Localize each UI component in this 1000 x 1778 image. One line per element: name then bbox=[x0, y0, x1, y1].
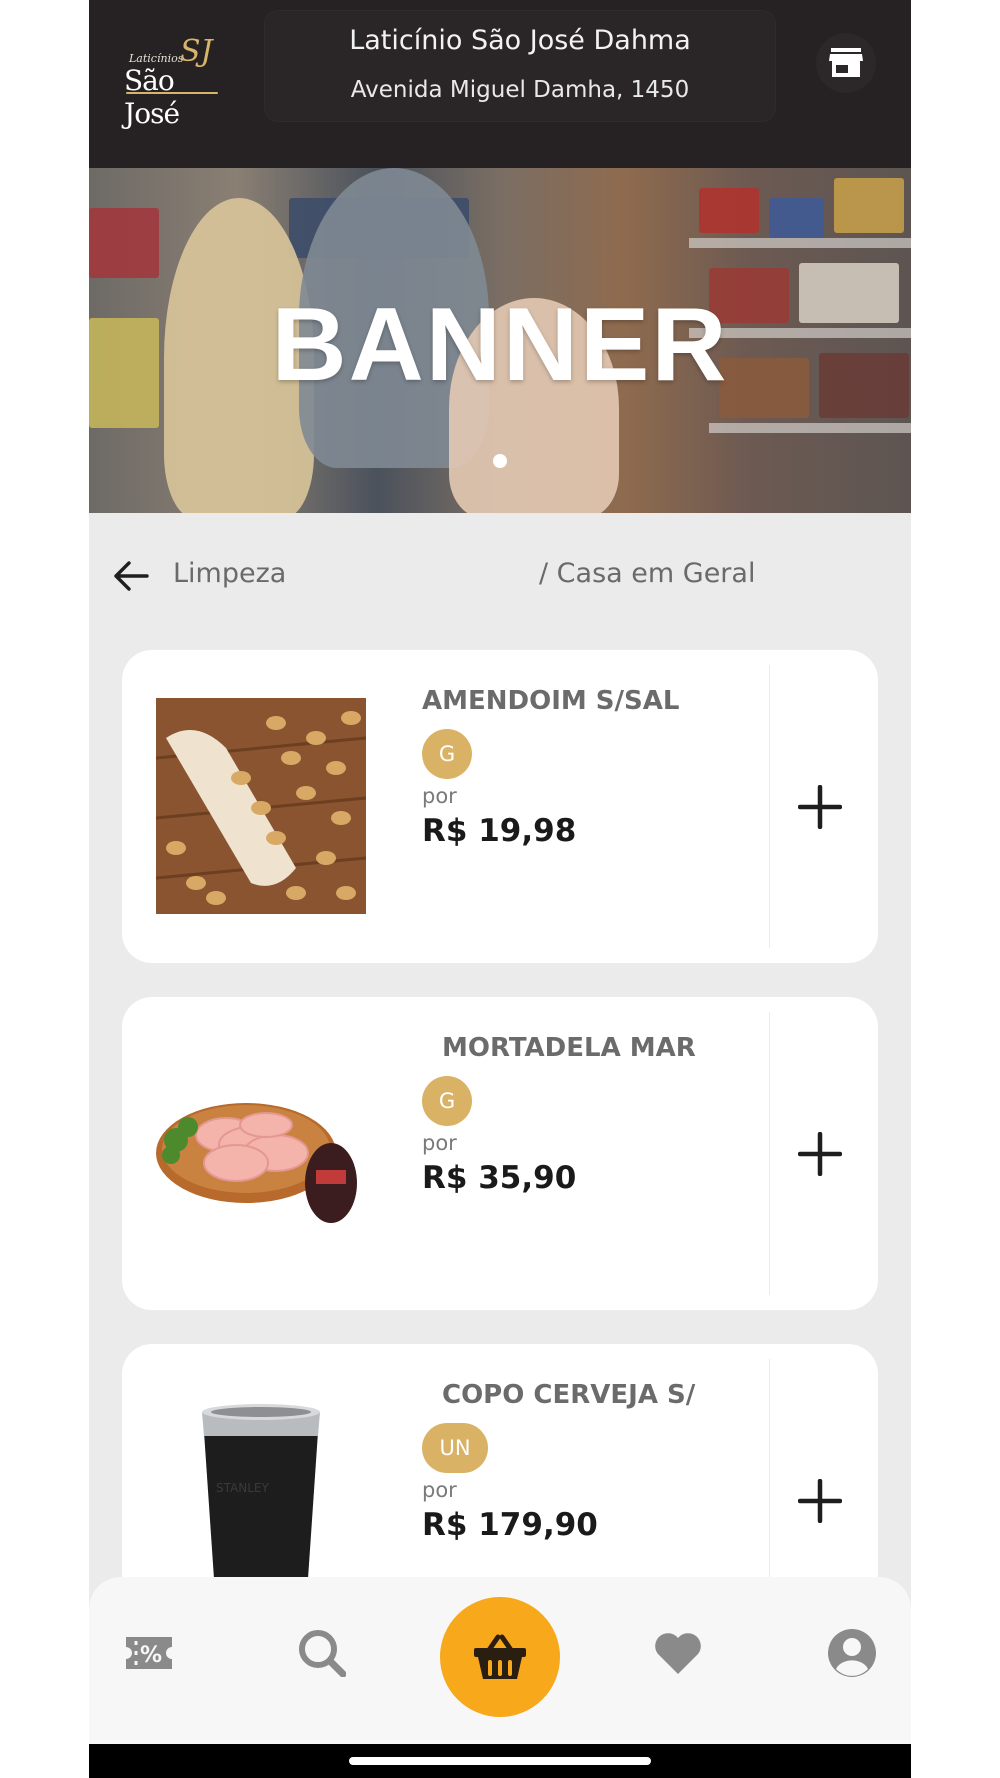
nav-discounts[interactable]: % bbox=[119, 1623, 179, 1683]
card-divider bbox=[769, 1012, 770, 1295]
product-card[interactable]: AMENDOIM S/SAL G por R$ 19,98 bbox=[122, 650, 878, 963]
banner-title: BANNER bbox=[271, 287, 729, 403]
nav-profile[interactable] bbox=[822, 1623, 882, 1683]
store-name: Laticínio São José Dahma bbox=[349, 25, 691, 56]
add-to-cart-button[interactable] bbox=[787, 774, 853, 840]
shopping-basket-icon bbox=[474, 1634, 526, 1679]
breadcrumb-subcategory[interactable]: / Casa em Geral bbox=[539, 558, 755, 589]
product-price: R$ 19,98 bbox=[422, 813, 577, 849]
search-icon bbox=[299, 1630, 346, 1677]
product-price: R$ 179,90 bbox=[422, 1507, 598, 1543]
card-divider bbox=[769, 1359, 770, 1580]
banner-shelf bbox=[709, 423, 911, 433]
price-prefix: por bbox=[422, 1131, 457, 1155]
nav-search[interactable] bbox=[292, 1623, 352, 1683]
banner-product bbox=[769, 198, 824, 238]
card-divider bbox=[769, 665, 770, 948]
product-card[interactable]: STANLEY COPO CERVEJA S/ TA UN por R$ 179… bbox=[122, 1344, 878, 1580]
nav-favorites[interactable] bbox=[648, 1623, 708, 1683]
product-image-peanuts bbox=[156, 698, 366, 914]
breadcrumb: Limpeza / Casa em Geral bbox=[89, 540, 911, 610]
nav-cart[interactable] bbox=[440, 1597, 560, 1717]
user-profile-icon bbox=[828, 1629, 876, 1677]
unit-badge: G bbox=[422, 729, 472, 779]
product-image-mortadella bbox=[156, 1045, 366, 1261]
store-button[interactable] bbox=[816, 33, 876, 93]
price-prefix: por bbox=[422, 1478, 457, 1502]
plus-icon bbox=[798, 1479, 842, 1523]
unit-badge: G bbox=[422, 1076, 472, 1126]
breadcrumb-category[interactable]: Limpeza bbox=[173, 558, 286, 589]
product-image-tumbler: STANLEY bbox=[156, 1392, 366, 1580]
product-name: COPO CERVEJA S/ TA bbox=[442, 1380, 696, 1410]
unit-badge: UN bbox=[422, 1423, 488, 1473]
heart-icon bbox=[655, 1633, 701, 1674]
left-margin bbox=[0, 0, 89, 1778]
discount-ticket-icon: % bbox=[126, 1637, 172, 1669]
add-to-cart-button[interactable] bbox=[787, 1121, 853, 1187]
store-address: Avenida Miguel Damha, 1450 bbox=[350, 77, 690, 103]
storefront-icon bbox=[829, 48, 863, 77]
bottom-navigation: % bbox=[89, 1577, 911, 1744]
svg-text:%: % bbox=[140, 1643, 162, 1668]
carousel-dot-active[interactable] bbox=[493, 454, 507, 468]
product-name: AMENDOIM S/SAL bbox=[422, 686, 680, 716]
plus-icon bbox=[798, 1132, 842, 1176]
brand-logo: Laticínios SJ São José bbox=[124, 34, 224, 130]
banner-product bbox=[89, 208, 159, 278]
right-margin bbox=[911, 0, 1000, 1778]
promo-banner[interactable]: BANNER bbox=[89, 168, 911, 513]
product-list[interactable]: AMENDOIM S/SAL G por R$ 19,98 MORTADELA … bbox=[89, 650, 911, 1580]
plus-icon bbox=[798, 785, 842, 829]
banner-product bbox=[834, 178, 904, 233]
back-button[interactable] bbox=[111, 556, 151, 596]
svg-text:STANLEY: STANLEY bbox=[216, 1481, 269, 1495]
app-screen: Laticínios SJ São José Laticínio São Jos… bbox=[89, 0, 911, 1778]
price-prefix: por bbox=[422, 784, 457, 808]
arrow-left-icon bbox=[114, 561, 149, 591]
add-to-cart-button[interactable] bbox=[787, 1468, 853, 1534]
logo-name: São José bbox=[124, 64, 180, 130]
product-price: R$ 35,90 bbox=[422, 1160, 577, 1196]
banner-product bbox=[699, 188, 759, 233]
home-indicator[interactable] bbox=[349, 1757, 651, 1765]
product-card[interactable]: MORTADELA MARBA G por R$ 35,90 bbox=[122, 997, 878, 1310]
banner-shelf bbox=[689, 238, 911, 248]
app-header: Laticínios SJ São José Laticínio São Jos… bbox=[89, 0, 911, 168]
logo-swoosh bbox=[126, 92, 218, 94]
product-name: MORTADELA MARBA bbox=[442, 1033, 696, 1063]
store-selector[interactable]: Laticínio São José Dahma Avenida Miguel … bbox=[264, 10, 776, 122]
system-home-bar bbox=[89, 1744, 911, 1778]
